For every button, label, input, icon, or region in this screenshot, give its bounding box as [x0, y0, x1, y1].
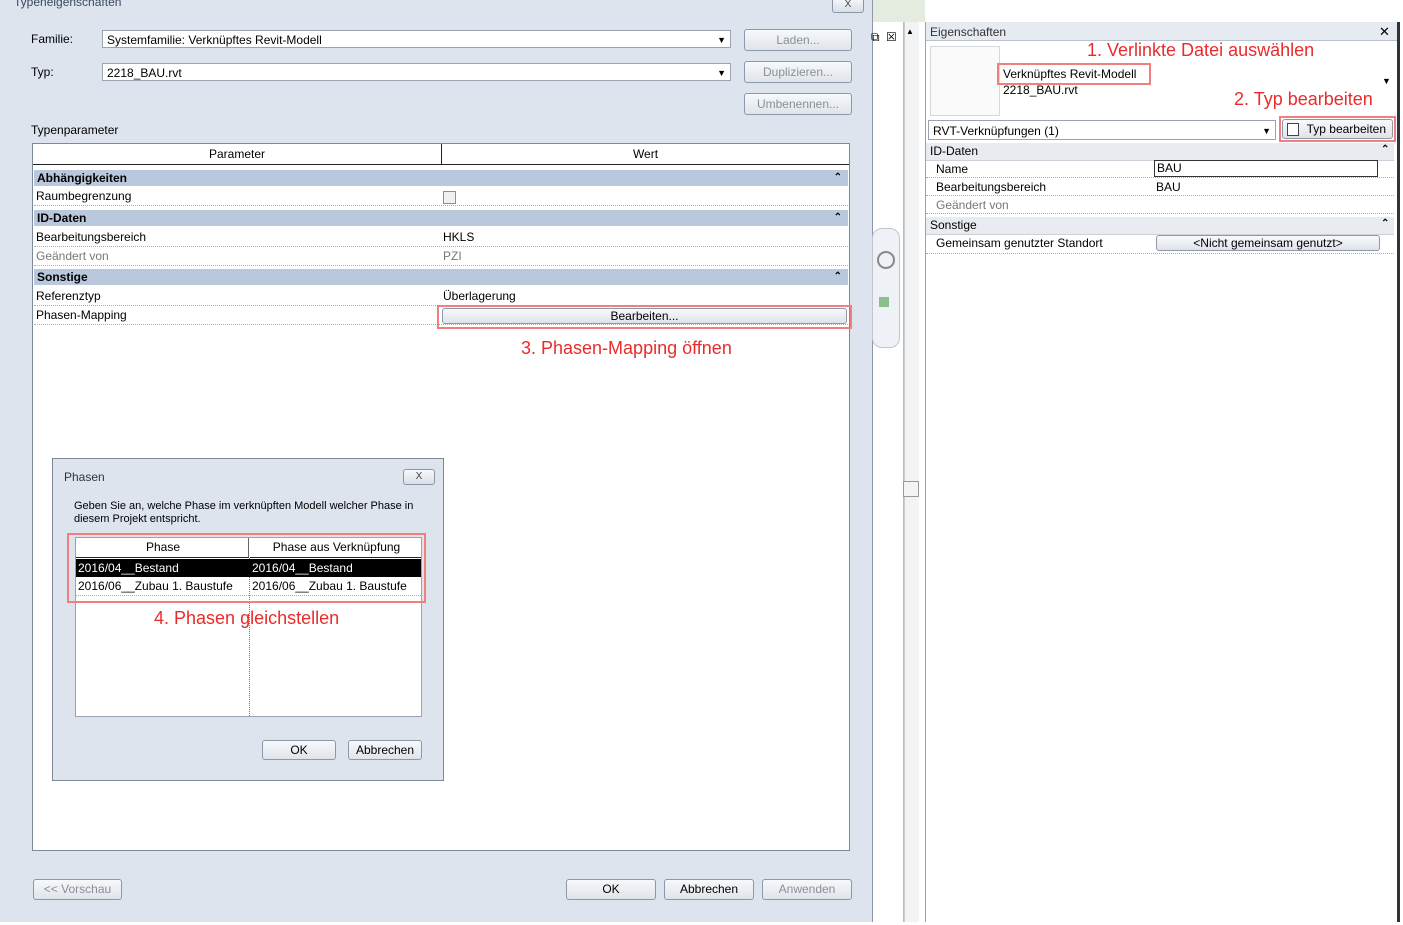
- scrollbar-thumb[interactable]: [903, 481, 919, 497]
- highlight-phases: [67, 533, 426, 603]
- edit-type-icon: [1287, 123, 1299, 136]
- element-selector-value: RVT-Verknüpfungen (1): [933, 124, 1059, 138]
- rename-button[interactable]: Umbenennen...: [744, 93, 852, 115]
- section-id-data[interactable]: ID-Daten ⌃: [34, 210, 848, 226]
- section-id-data[interactable]: ID-Daten ⌃: [926, 143, 1394, 161]
- column-header-parameter[interactable]: Parameter: [33, 144, 442, 165]
- dialog-title: Typeneigenschaften: [14, 0, 122, 9]
- phases-dialog: Phasen X Geben Sie an, welche Phase im v…: [52, 458, 444, 781]
- annotation-step1: 1. Verlinkte Datei auswählen: [1087, 40, 1315, 60]
- steering-wheel-icon[interactable]: [877, 251, 895, 269]
- dialog-close-button[interactable]: X: [832, 0, 864, 13]
- param-label: Phasen-Mapping: [36, 308, 127, 322]
- family-select[interactable]: Systemfamilie: Verknüpftes Revit-Modell …: [102, 30, 731, 48]
- annotation-step2: 2. Typ bearbeiten: [1234, 89, 1373, 109]
- load-button[interactable]: Laden...: [744, 29, 852, 51]
- element-selector[interactable]: RVT-Verknüpfungen (1) ▼: [928, 120, 1276, 140]
- prop-row-edited-by: Geändert von: [926, 196, 1394, 214]
- section-label: Sonstige: [37, 270, 88, 284]
- section-label: ID-Daten: [37, 211, 87, 225]
- prop-row-workset: Bearbeitungsbereich BAU: [926, 178, 1394, 196]
- edit-type-label: Typ bearbeiten: [1306, 122, 1386, 136]
- chevron-down-icon: ▼: [717, 35, 726, 45]
- param-value: PZI: [443, 249, 462, 263]
- prop-row-name: Name BAU: [926, 160, 1394, 178]
- grid-row-workset: Bearbeitungsbereich HKLS: [34, 228, 848, 247]
- type-select-value: 2218_BAU.rvt: [107, 66, 182, 80]
- type-label: Typ:: [31, 65, 54, 79]
- view-area: [873, 22, 904, 922]
- column-header-value[interactable]: Wert: [442, 144, 849, 165]
- restore-window-icon[interactable]: ⧉: [871, 30, 880, 45]
- family-select-value: Systemfamilie: Verknüpftes Revit-Modell: [107, 33, 322, 47]
- type-parameters-label: Typenparameter: [31, 123, 119, 137]
- prop-row-shared-site: Gemeinsam genutzter Standort <Nicht geme…: [926, 234, 1394, 254]
- section-other[interactable]: Sonstige ⌃: [34, 269, 848, 285]
- phases-cancel-button[interactable]: Abbrechen: [348, 740, 422, 760]
- phases-close-button[interactable]: X: [403, 469, 435, 485]
- phases-ok-button[interactable]: OK: [262, 740, 336, 760]
- room-bounding-checkbox[interactable]: [443, 191, 456, 204]
- section-dependencies[interactable]: Abhängigkeiten ⌃: [34, 170, 848, 186]
- param-label: Geändert von: [36, 249, 109, 263]
- name-input[interactable]: BAU: [1154, 160, 1378, 177]
- close-view-icon[interactable]: ☒: [886, 30, 897, 44]
- section-label: Abhängigkeiten: [37, 171, 128, 185]
- type-preview-thumbnail: [930, 46, 1000, 116]
- ok-button[interactable]: OK: [566, 879, 656, 900]
- chevron-down-icon: ▼: [1262, 126, 1271, 136]
- param-value[interactable]: Überlagerung: [443, 287, 516, 305]
- section-label: Sonstige: [930, 218, 977, 232]
- preview-button[interactable]: << Vorschau: [33, 879, 122, 900]
- grid-row-edited-by: Geändert von PZI: [34, 247, 848, 266]
- prop-label: Bearbeitungsbereich: [936, 180, 1047, 194]
- chevron-down-icon: ▼: [717, 68, 726, 78]
- annotation-step4: 4. Phasen gleichstellen: [154, 608, 340, 628]
- prop-label: Geändert von: [936, 198, 1009, 212]
- collapse-icon: ⌃: [1381, 144, 1390, 155]
- phases-dialog-title: Phasen: [64, 470, 105, 484]
- collapse-icon: ⌃: [833, 212, 842, 223]
- grid-row-room-bounding: Raumbegrenzung: [34, 187, 848, 206]
- param-value[interactable]: HKLS: [443, 228, 474, 246]
- duplicate-button[interactable]: Duplizieren...: [744, 61, 852, 83]
- apply-button[interactable]: Anwenden: [762, 879, 852, 900]
- edit-type-button[interactable]: Typ bearbeiten: [1282, 119, 1393, 139]
- scroll-up-icon[interactable]: ▲: [906, 27, 914, 36]
- cancel-button[interactable]: Abbrechen: [664, 879, 754, 900]
- view-tab-strip: [873, 0, 925, 22]
- phases-description: Geben Sie an, welche Phase im verknüpfte…: [74, 500, 414, 525]
- properties-panel: Eigenschaften ✕ Verknüpftes Revit-Modell…: [925, 22, 1400, 922]
- section-other[interactable]: Sonstige ⌃: [926, 217, 1394, 235]
- type-name[interactable]: Verknüpftes Revit-Modell: [1003, 67, 1136, 81]
- type-file[interactable]: 2218_BAU.rvt: [1003, 83, 1078, 97]
- prop-label: Gemeinsam genutzter Standort: [936, 236, 1103, 250]
- shared-site-button[interactable]: <Nicht gemeinsam genutzt>: [1156, 235, 1380, 251]
- param-label: Bearbeitungsbereich: [36, 230, 147, 244]
- prop-value[interactable]: BAU: [1156, 178, 1181, 196]
- properties-close-icon[interactable]: ✕: [1379, 24, 1390, 40]
- vertical-scrollbar[interactable]: [904, 22, 919, 922]
- param-label: Referenztyp: [36, 289, 101, 303]
- collapse-icon: ⌃: [1381, 218, 1390, 229]
- annotation-step3: 3. Phasen-Mapping öffnen: [521, 338, 732, 358]
- properties-title: Eigenschaften: [930, 25, 1007, 39]
- zoom-icon[interactable]: [879, 297, 889, 307]
- collapse-icon: ⌃: [833, 172, 842, 183]
- prop-label: Name: [936, 162, 969, 176]
- collapse-icon: ⌃: [833, 271, 842, 282]
- family-label: Familie:: [31, 32, 74, 46]
- param-label: Raumbegrenzung: [36, 189, 132, 203]
- type-select[interactable]: 2218_BAU.rvt ▼: [102, 63, 731, 81]
- edit-phase-mapping-button[interactable]: Bearbeiten...: [442, 308, 847, 324]
- navigation-bar: [872, 228, 900, 348]
- grid-row-reference-type: Referenztyp Überlagerung: [34, 287, 848, 306]
- section-label: ID-Daten: [930, 144, 979, 158]
- type-selector-chevron-icon[interactable]: ▼: [1382, 76, 1391, 86]
